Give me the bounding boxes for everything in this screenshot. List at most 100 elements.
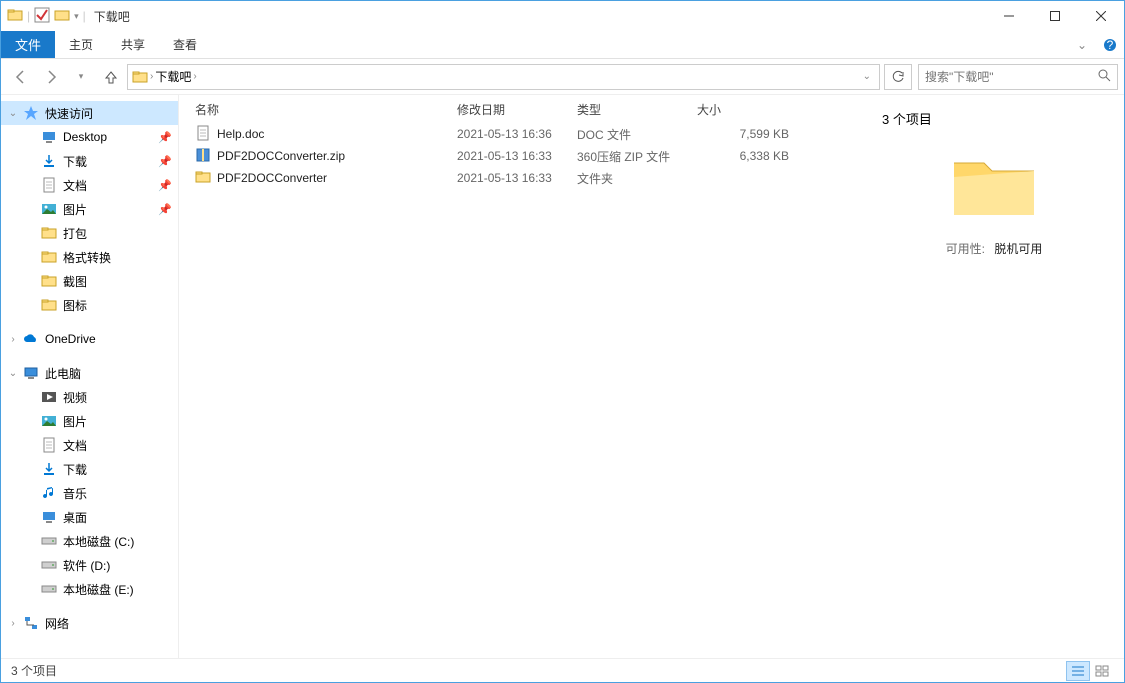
sidebar-item[interactable]: 文档📌 <box>1 173 178 197</box>
path-root-icon[interactable] <box>130 65 150 89</box>
sidebar-item-label: Desktop <box>63 130 107 144</box>
file-size: 7,599 KB <box>689 127 789 141</box>
file-type: 360压缩 ZIP 文件 <box>569 148 689 165</box>
expand-icon[interactable]: › <box>7 334 19 345</box>
up-button[interactable] <box>97 63 125 91</box>
file-row[interactable]: PDF2DOCConverter.zip 2021-05-13 16:33 36… <box>187 145 864 167</box>
sidebar-item-label: 桌面 <box>63 509 87 526</box>
svg-text:?: ? <box>1107 38 1114 52</box>
view-tab[interactable]: 查看 <box>159 31 211 58</box>
share-tab[interactable]: 共享 <box>107 31 159 58</box>
sidebar-item-label: 软件 (D:) <box>63 557 110 574</box>
sidebar-item-label: 下载 <box>63 153 87 170</box>
separator: | <box>27 9 30 23</box>
details-item-count: 3 个项目 <box>882 109 1106 128</box>
title-bar: | ▾ | 下载吧 <box>1 1 1124 31</box>
file-row[interactable]: Help.doc 2021-05-13 16:36 DOC 文件 7,599 K… <box>187 123 864 145</box>
pc-icon <box>23 365 39 381</box>
sidebar-item[interactable]: 图片 <box>1 409 178 433</box>
sidebar-onedrive[interactable]: › OneDrive <box>1 327 178 351</box>
sidebar-item[interactable]: 图标 <box>1 293 178 317</box>
minimize-button[interactable] <box>986 1 1032 31</box>
maximize-button[interactable] <box>1032 1 1078 31</box>
column-size[interactable]: 大小 <box>689 101 789 118</box>
sidebar-item[interactable]: 音乐 <box>1 481 178 505</box>
address-dropdown-icon[interactable]: ⌄ <box>857 71 877 82</box>
collapse-icon[interactable]: ⌄ <box>7 108 19 119</box>
file-date: 2021-05-13 16:33 <box>449 149 569 163</box>
folder-icon <box>195 169 211 188</box>
window-controls <box>986 1 1124 31</box>
sidebar-item-label: 打包 <box>63 225 87 242</box>
close-button[interactable] <box>1078 1 1124 31</box>
file-date: 2021-05-13 16:33 <box>449 171 569 185</box>
collapse-icon[interactable]: ⌄ <box>7 368 19 379</box>
pin-icon: 📌 <box>158 155 172 168</box>
cloud-icon <box>23 331 39 347</box>
sidebar-item[interactable]: 下载 <box>1 457 178 481</box>
sidebar-item-label: 图片 <box>63 413 87 430</box>
path-segment[interactable]: 下载吧 <box>153 65 193 89</box>
chevron-right-icon[interactable]: › <box>193 71 196 82</box>
help-icon[interactable]: ? <box>1096 31 1124 58</box>
sidebar-item[interactable]: Desktop 📌 <box>1 125 178 149</box>
column-date[interactable]: 修改日期 <box>449 101 569 118</box>
sidebar-item-label: 图片 <box>63 201 87 218</box>
sidebar-this-pc[interactable]: ⌄ 此电脑 <box>1 361 178 385</box>
sidebar-item[interactable]: 打包 <box>1 221 178 245</box>
ribbon-expand-icon[interactable]: ⌄ <box>1068 31 1096 58</box>
sidebar-item-label: 音乐 <box>63 485 87 502</box>
sidebar-item-label: 文档 <box>63 437 87 454</box>
file-size: 6,338 KB <box>689 149 789 163</box>
sidebar-quick-access[interactable]: ⌄ 快速访问 <box>1 101 178 125</box>
address-bar[interactable]: › 下载吧 › ⌄ <box>127 64 880 90</box>
sidebar-item-label: 下载 <box>63 461 87 478</box>
recent-dropdown-icon[interactable]: ▾ <box>67 63 95 91</box>
sidebar-item[interactable]: 截图 <box>1 269 178 293</box>
sidebar-item[interactable]: 文档 <box>1 433 178 457</box>
navigation-bar: ▾ › 下载吧 › ⌄ <box>1 59 1124 95</box>
sidebar-item[interactable]: 本地磁盘 (E:) <box>1 577 178 601</box>
column-name[interactable]: 名称 <box>187 101 449 118</box>
sidebar-item-label: 网络 <box>45 615 69 632</box>
qat-dropdown-icon[interactable]: ▾ <box>74 11 79 22</box>
file-rows: Help.doc 2021-05-13 16:36 DOC 文件 7,599 K… <box>179 123 864 658</box>
sidebar-item[interactable]: 下载 📌 <box>1 149 178 173</box>
sidebar-item[interactable]: 格式转换 <box>1 245 178 269</box>
details-view-button[interactable] <box>1066 661 1090 681</box>
pin-icon: 📌 <box>158 131 172 144</box>
search-input[interactable] <box>919 70 1091 84</box>
column-type[interactable]: 类型 <box>569 101 689 118</box>
sidebar-item[interactable]: 本地磁盘 (C:) <box>1 529 178 553</box>
sidebar-item[interactable]: 桌面 <box>1 505 178 529</box>
window-title: 下载吧 <box>94 8 130 25</box>
expand-icon[interactable]: › <box>7 618 19 629</box>
file-row[interactable]: PDF2DOCConverter 2021-05-13 16:33 文件夹 <box>187 167 864 189</box>
availability-value: 脱机可用 <box>994 242 1042 256</box>
back-button[interactable] <box>7 63 35 91</box>
status-bar: 3 个项目 <box>1 658 1124 682</box>
sidebar-item[interactable]: 软件 (D:) <box>1 553 178 577</box>
search-icon[interactable] <box>1091 68 1117 85</box>
check-icon[interactable] <box>34 7 50 26</box>
sidebar-item-label: 文档 <box>63 177 87 194</box>
quick-access-toolbar: | ▾ | <box>1 7 86 26</box>
sidebar-item[interactable]: 视频 <box>1 385 178 409</box>
zip-icon <box>195 147 211 166</box>
folder-small-icon[interactable] <box>54 7 70 26</box>
forward-button[interactable] <box>37 63 65 91</box>
availability-row: 可用性: 脱机可用 <box>882 240 1106 257</box>
sidebar-item-label: 视频 <box>63 389 87 406</box>
thumbnails-view-button[interactable] <box>1090 661 1114 681</box>
sidebar-item-label: 格式转换 <box>63 249 111 266</box>
search-box[interactable] <box>918 64 1118 90</box>
sidebar-item[interactable]: 图片📌 <box>1 197 178 221</box>
file-tab[interactable]: 文件 <box>1 31 55 58</box>
refresh-button[interactable] <box>884 64 912 90</box>
navigation-pane[interactable]: ⌄ 快速访问 Desktop 📌 下载 📌 文档📌图片📌 打包格式转换截图图标 › One… <box>1 95 179 658</box>
home-tab[interactable]: 主页 <box>55 31 107 58</box>
sidebar-item-label: OneDrive <box>45 332 96 346</box>
details-pane: 3 个项目 可用性: 脱机可用 <box>864 95 1124 658</box>
availability-label: 可用性: <box>946 242 985 256</box>
sidebar-network[interactable]: › 网络 <box>1 611 178 635</box>
